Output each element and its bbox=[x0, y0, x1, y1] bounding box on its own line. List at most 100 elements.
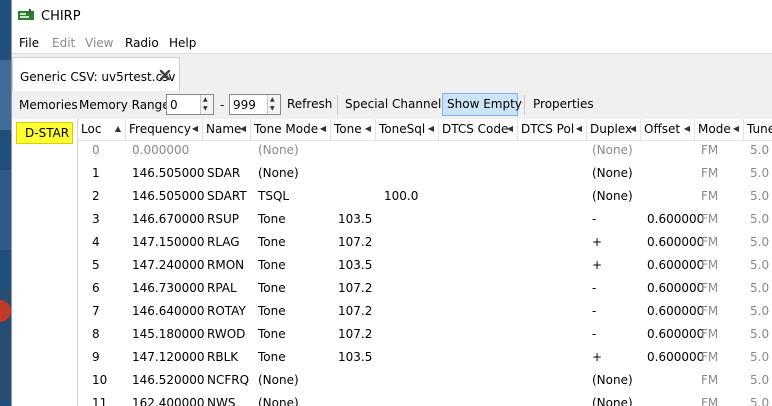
table-row[interactable]: 3 146.670000 RSUP Tone 103.5 - 0.600000 FM 5.0 bbox=[78, 209, 772, 232]
table-row[interactable]: 7 146.640000 ROTAY Tone 107.2 - 0.600000 FM 5.0 bbox=[78, 301, 772, 324]
cell-tone[interactable]: 103.5 bbox=[338, 212, 372, 226]
cell-duplex[interactable]: + bbox=[592, 235, 602, 249]
range-start-spinner[interactable]: 0 ▲ ▼ bbox=[166, 94, 214, 115]
cell-freq[interactable]: 162.400000 bbox=[132, 396, 205, 406]
tab-uv5rtest[interactable]: Generic CSV: uv5rtest.csv bbox=[12, 57, 180, 93]
range-end-arrows[interactable]: ▲ ▼ bbox=[267, 95, 280, 114]
show-empty-toggle[interactable]: Show Empty bbox=[442, 93, 522, 116]
cell-duplex[interactable]: - bbox=[592, 281, 596, 295]
cell-mode[interactable]: FM bbox=[701, 189, 718, 203]
spin-down-icon[interactable]: ▼ bbox=[270, 106, 275, 112]
cell-offset[interactable]: 0.600000 bbox=[647, 258, 704, 272]
cell-offset[interactable]: 0.600000 bbox=[647, 327, 704, 341]
cell-duplex[interactable]: - bbox=[592, 212, 596, 226]
cell-tmode[interactable]: (None) bbox=[258, 143, 299, 157]
cell-mode[interactable]: FM bbox=[701, 327, 718, 341]
spin-up-icon[interactable]: ▲ bbox=[203, 97, 208, 103]
cell-loc[interactable]: 7 bbox=[92, 304, 100, 318]
cell-tune[interactable]: 5.0 bbox=[750, 235, 769, 249]
cell-loc[interactable]: 4 bbox=[92, 235, 100, 249]
table-row[interactable]: 9 147.120000 RBLK Tone 103.5 +0.600000 FM 5.0 bbox=[78, 347, 772, 370]
cell-mode[interactable]: FM bbox=[701, 212, 718, 226]
cell-name[interactable]: NCFRQ bbox=[207, 373, 249, 387]
cell-name[interactable]: ROTAY bbox=[207, 304, 246, 318]
cell-loc[interactable]: 0 bbox=[92, 143, 100, 157]
table-row[interactable]: 10 146.520000 NCFRQ (None) (None) FM 5.0 bbox=[78, 370, 772, 393]
cell-offset[interactable]: 0.600000 bbox=[647, 235, 704, 249]
cell-freq[interactable]: 146.730000 bbox=[132, 281, 205, 295]
cell-freq[interactable]: 0.000000 bbox=[132, 143, 189, 157]
cell-mode[interactable]: FM bbox=[701, 143, 718, 157]
cell-tune[interactable]: 5.0 bbox=[750, 396, 769, 406]
cell-freq[interactable]: 147.120000 bbox=[132, 350, 205, 364]
cell-tmode[interactable]: Tone bbox=[258, 350, 286, 364]
cell-mode[interactable]: FM bbox=[701, 304, 718, 318]
cell-duplex[interactable]: - bbox=[592, 327, 596, 341]
column-header-tonesql[interactable]: ToneSql ◀ bbox=[376, 119, 439, 140]
cell-offset[interactable]: 0.600000 bbox=[647, 212, 704, 226]
table-row[interactable]: 1 146.505000 SDAR (None) (None) FM 5.0 bbox=[78, 163, 772, 186]
cell-loc[interactable]: 8 bbox=[92, 327, 100, 341]
table-row[interactable]: 6 146.730000 RPAL Tone 107.2 - 0.600000 FM 5.0 bbox=[78, 278, 772, 301]
cell-freq[interactable]: 146.520000 bbox=[132, 373, 205, 387]
cell-tune[interactable]: 5.0 bbox=[750, 350, 769, 364]
cell-tmode[interactable]: Tone bbox=[258, 304, 286, 318]
cell-tune[interactable]: 5.0 bbox=[750, 143, 769, 157]
table-row[interactable]: 4 147.150000 RLAG Tone 107.2 +0.600000 FM 5.0 bbox=[78, 232, 772, 255]
cell-freq[interactable]: 146.670000 bbox=[132, 212, 205, 226]
table-row[interactable]: 0 0.000000 (None) (None) FM 5.0 bbox=[78, 140, 772, 163]
cell-tmode[interactable]: (None) bbox=[258, 373, 299, 387]
column-header-loc[interactable]: Loc ▲ bbox=[78, 119, 126, 140]
cell-freq[interactable]: 146.505000 bbox=[132, 166, 205, 180]
cell-tone[interactable]: 107.2 bbox=[338, 327, 372, 341]
cell-name[interactable]: RMON bbox=[207, 258, 244, 272]
special-channels-button[interactable]: Special Channels bbox=[341, 93, 452, 116]
cell-duplex[interactable]: - bbox=[592, 304, 596, 318]
cell-tmode[interactable]: Tone bbox=[258, 212, 286, 226]
cell-loc[interactable]: 3 bbox=[92, 212, 100, 226]
cell-mode[interactable]: FM bbox=[701, 166, 718, 180]
cell-name[interactable]: RPAL bbox=[207, 281, 237, 295]
cell-tune[interactable]: 5.0 bbox=[750, 327, 769, 341]
cell-freq[interactable]: 146.505000 bbox=[132, 189, 205, 203]
cell-name[interactable]: SDART bbox=[207, 189, 247, 203]
cell-name[interactable]: RSUP bbox=[207, 212, 239, 226]
cell-tmode[interactable]: TSQL bbox=[258, 189, 289, 203]
cell-tune[interactable]: 5.0 bbox=[750, 166, 769, 180]
menu-edit[interactable]: Edit bbox=[52, 36, 75, 50]
cell-duplex[interactable]: + bbox=[592, 350, 602, 364]
table-row[interactable]: 8 145.180000 RWOD Tone 107.2 - 0.600000 FM 5.0 bbox=[78, 324, 772, 347]
cell-name[interactable]: RBLK bbox=[207, 350, 238, 364]
cell-duplex[interactable]: (None) bbox=[592, 143, 633, 157]
cell-tone[interactable]: 103.5 bbox=[338, 350, 372, 364]
cell-tmode[interactable]: Tone bbox=[258, 281, 286, 295]
cell-loc[interactable]: 10 bbox=[92, 373, 107, 387]
cell-tune[interactable]: 5.0 bbox=[750, 281, 769, 295]
cell-tone[interactable]: 103.5 bbox=[338, 258, 372, 272]
cell-tmode[interactable]: Tone bbox=[258, 258, 286, 272]
cell-tmode[interactable]: Tone bbox=[258, 327, 286, 341]
cell-mode[interactable]: FM bbox=[701, 281, 718, 295]
column-header-dtcs-pol[interactable]: DTCS Pol ◀ bbox=[518, 119, 587, 140]
column-header-duplex[interactable]: Duplex ◀ bbox=[587, 119, 641, 140]
cell-freq[interactable]: 145.180000 bbox=[132, 327, 205, 341]
cell-tune[interactable]: 5.0 bbox=[750, 189, 769, 203]
cell-duplex[interactable]: (None) bbox=[592, 396, 633, 406]
cell-offset[interactable]: 0.600000 bbox=[647, 350, 704, 364]
menu-radio[interactable]: Radio bbox=[125, 36, 159, 50]
cell-offset[interactable]: 0.600000 bbox=[647, 281, 704, 295]
cell-tune[interactable]: 5.0 bbox=[750, 304, 769, 318]
cell-tmode[interactable]: (None) bbox=[258, 396, 299, 406]
cell-loc[interactable]: 1 bbox=[92, 166, 100, 180]
column-header-dtcs-code[interactable]: DTCS Code ◀ bbox=[439, 119, 518, 140]
range-end-spinner[interactable]: 999 ▲ ▼ bbox=[229, 94, 281, 115]
cell-duplex[interactable]: (None) bbox=[592, 166, 633, 180]
spin-down-icon[interactable]: ▼ bbox=[203, 106, 208, 112]
cell-mode[interactable]: FM bbox=[701, 235, 718, 249]
column-header-frequency[interactable]: Frequency ◀ bbox=[126, 119, 203, 140]
column-header-tone-mode[interactable]: Tone Mode ◀ bbox=[251, 119, 331, 140]
column-header-mode[interactable]: Mode ◀ bbox=[695, 119, 744, 140]
cell-loc[interactable]: 2 bbox=[92, 189, 100, 203]
cell-tmode[interactable]: (None) bbox=[258, 166, 299, 180]
cell-tune[interactable]: 5.0 bbox=[750, 373, 769, 387]
